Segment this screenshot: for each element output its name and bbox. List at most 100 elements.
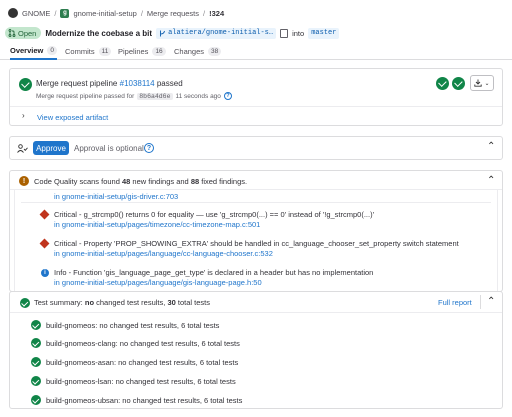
pipeline-passed-icon <box>19 78 32 91</box>
tests-text: total tests <box>177 298 210 307</box>
job-passed-icon <box>31 376 41 386</box>
divider <box>480 295 481 309</box>
mr-tabs: Overview 0 Commits 11 Pipelines 16 Chang… <box>0 43 512 60</box>
severity-critical-icon <box>39 209 50 220</box>
help-icon[interactable]: ? <box>223 92 232 100</box>
tab-label: Changes <box>174 47 205 56</box>
breadcrumb-separator: / <box>203 8 206 18</box>
merge-request-icon <box>8 29 16 37</box>
finding-file-link[interactable]: in gnome-initial-setup/pages/language/cc… <box>54 249 273 258</box>
divider <box>10 312 502 313</box>
source-branch-label: alatiera/gnome-initial-s… <box>168 29 274 37</box>
into-label: into <box>292 28 305 38</box>
view-exposed-artifact-link[interactable]: View exposed artifact <box>37 113 108 122</box>
tab-count: 0 <box>47 46 57 55</box>
list-item: build-gnomeos-ubsan: no changed test res… <box>31 395 242 405</box>
page-title: Modernize the coebase a bit <box>45 28 153 38</box>
stage-passed-icon[interactable] <box>452 77 465 90</box>
status-badge-label: Open <box>18 28 37 38</box>
finding-file-link[interactable]: in gnome-initial-setup/pages/language/gi… <box>54 278 262 287</box>
warning-icon: ! <box>19 176 29 186</box>
tab-label: Overview <box>10 46 44 55</box>
job-result-text: build-gnomeos-ubsan: no changed test res… <box>46 395 243 405</box>
mr-header: Open Modernize the coebase a bit alatier… <box>5 26 340 40</box>
tests-passed-icon <box>20 298 30 308</box>
tab-changes[interactable]: Changes 38 <box>174 43 222 60</box>
list-item: build-gnomeos-clang: no changed test res… <box>31 338 240 348</box>
breadcrumb-current[interactable]: !324 <box>209 9 224 18</box>
severity-critical-icon <box>39 238 50 249</box>
pipeline-widget: Merge request pipeline #1038114 passed M… <box>9 68 503 126</box>
breadcrumb-separator: / <box>54 8 57 18</box>
full-report-link[interactable]: Full report <box>438 298 472 307</box>
source-branch[interactable]: alatiera/gnome-initial-s… <box>156 27 277 39</box>
tab-commits[interactable]: Commits 11 <box>65 43 112 60</box>
chevron-up-icon[interactable]: ⌃ <box>487 141 495 152</box>
breadcrumb-group[interactable]: GNOME <box>22 9 50 18</box>
pipeline-subtitle-text: Merge request pipeline passed for <box>36 92 135 100</box>
job-result-text: build-gnomeos-asan: no changed test resu… <box>46 357 239 367</box>
download-artifacts-button[interactable]: ⌄ <box>470 75 494 91</box>
tab-pipelines[interactable]: Pipelines 16 <box>118 43 166 60</box>
code-quality-summary: Code Quality scans found 48 new findings… <box>34 177 247 186</box>
job-passed-icon <box>31 338 41 348</box>
help-icon[interactable]: ? <box>144 143 154 153</box>
finding-file-link[interactable]: in gnome-initial-setup/gis-driver.c:703 <box>54 192 178 201</box>
chevron-right-icon[interactable]: › <box>22 111 25 120</box>
project-avatar-icon: g <box>60 8 70 18</box>
chevron-up-icon[interactable]: ⌃ <box>487 296 495 307</box>
copy-icon[interactable] <box>280 28 289 38</box>
job-result-text: build-gnomeos: no changed test results, … <box>46 320 220 330</box>
tests-text: changed test results, <box>96 298 166 307</box>
tab-count: 16 <box>152 47 166 56</box>
pipeline-title: Merge request pipeline #1038114 passed <box>36 79 183 88</box>
finding-description: Info - Function 'gis_language_page_get_t… <box>54 268 374 277</box>
tab-overview[interactable]: Overview 0 <box>10 43 57 60</box>
tests-text: Test summary: <box>34 298 83 307</box>
findings-list: in gnome-initial-setup/gis-driver.c:703 … <box>14 190 498 291</box>
job-passed-icon <box>31 395 41 405</box>
chevron-up-icon[interactable]: ⌃ <box>487 175 495 186</box>
tab-count: 38 <box>208 47 222 56</box>
pipeline-subtitle: Merge request pipeline passed for 8b6a4d… <box>36 92 232 100</box>
gnome-logo-icon <box>8 8 18 18</box>
tests-total-count: 30 <box>167 298 176 307</box>
list-item: build-gnomeos: no changed test results, … <box>31 320 219 330</box>
chevron-down-icon: ⌄ <box>484 80 490 87</box>
cq-fixed-count: 88 <box>190 177 200 186</box>
cq-text: fixed findings. <box>201 177 248 186</box>
tab-label: Commits <box>65 47 95 56</box>
download-icon <box>474 79 483 87</box>
job-result-text: build-gnomeos-lsan: no changed test resu… <box>46 376 236 386</box>
status-badge: Open <box>5 27 42 39</box>
tab-label: Pipelines <box>118 47 149 56</box>
job-passed-icon <box>31 357 41 367</box>
breadcrumb: GNOME / g gnome-initial-setup / Merge re… <box>8 7 224 19</box>
commit-sha[interactable]: 8b6a4d6e <box>137 92 173 100</box>
target-branch[interactable]: master <box>308 27 340 39</box>
branch-icon <box>160 30 166 36</box>
pipeline-status-text: passed <box>156 79 183 88</box>
cq-text: new findings and <box>132 177 189 186</box>
stage-passed-icon[interactable] <box>436 77 449 90</box>
approve-button[interactable]: Approve <box>33 141 69 155</box>
cq-new-count: 48 <box>121 177 131 186</box>
approval-status-text: Approval is optional <box>74 144 144 153</box>
job-passed-icon <box>31 320 41 330</box>
divider <box>21 202 491 203</box>
breadcrumb-section[interactable]: Merge requests <box>147 9 199 18</box>
pipeline-title-prefix: Merge request pipeline <box>36 79 118 88</box>
finding-file-link[interactable]: in gnome-initial-setup/pages/timezone/cc… <box>54 220 260 229</box>
test-summary-widget: Test summary: no changed test results, 3… <box>9 291 503 409</box>
pipeline-id-link[interactable]: #1038114 <box>120 79 155 88</box>
pipeline-time: 11 seconds ago <box>175 92 221 100</box>
finding-description: Critical - g_strcmp0() returns 0 for equ… <box>54 210 375 219</box>
list-item: build-gnomeos-asan: no changed test resu… <box>31 357 238 367</box>
breadcrumb-project[interactable]: gnome-initial-setup <box>73 9 136 18</box>
tab-count: 11 <box>98 47 112 56</box>
test-summary-text: Test summary: no changed test results, 3… <box>34 298 210 307</box>
approvers-icon <box>17 144 28 153</box>
severity-info-icon: i <box>41 269 49 277</box>
tests-changed-count: no <box>84 298 95 307</box>
divider <box>10 106 502 107</box>
